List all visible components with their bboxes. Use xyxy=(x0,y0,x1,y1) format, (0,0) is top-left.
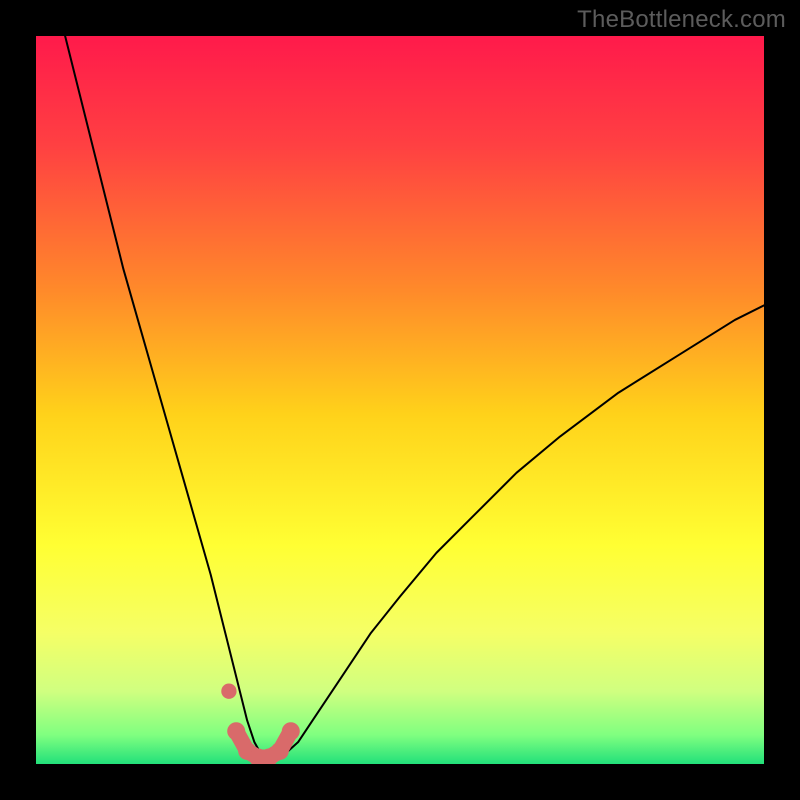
plot-area xyxy=(36,36,764,764)
highlight-dot xyxy=(227,722,245,740)
watermark-text: TheBottleneck.com xyxy=(577,6,786,34)
chart-svg xyxy=(36,36,764,764)
highlight-dot xyxy=(271,742,289,760)
highlight-dot-extra xyxy=(221,684,236,699)
gradient-background xyxy=(36,36,764,764)
chart-frame: TheBottleneck.com xyxy=(0,0,800,800)
highlight-dot xyxy=(282,722,300,740)
